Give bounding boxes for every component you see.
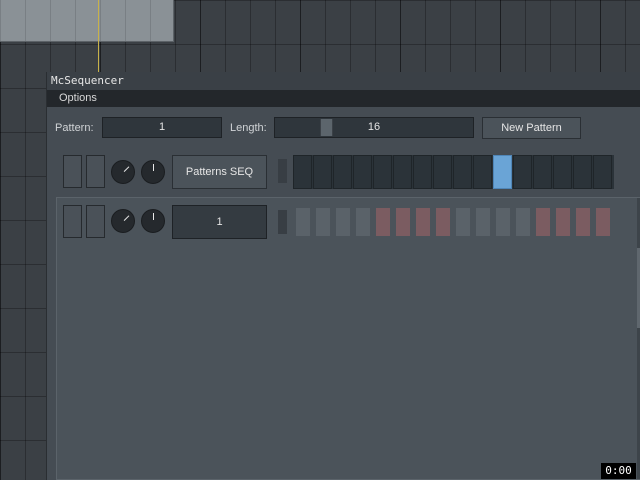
- pattern-step[interactable]: [456, 208, 470, 236]
- sequence-step[interactable]: [373, 155, 392, 189]
- pattern-steps: [296, 208, 616, 236]
- menu-bar: Options: [47, 90, 640, 107]
- timer-display: 0:00: [601, 463, 636, 479]
- pattern-field[interactable]: 1: [102, 117, 222, 138]
- pan-knob[interactable]: [141, 160, 165, 184]
- sequence-step[interactable]: [293, 155, 312, 189]
- mute-toggle[interactable]: [63, 205, 82, 238]
- track-handle[interactable]: [278, 210, 287, 234]
- pattern-step[interactable]: [336, 208, 350, 236]
- sequence-step[interactable]: [513, 155, 532, 189]
- pattern-label: Pattern:: [55, 122, 94, 134]
- sequence-step[interactable]: [473, 155, 492, 189]
- sequence-step[interactable]: [393, 155, 412, 189]
- volume-knob[interactable]: [111, 209, 135, 233]
- track-handle[interactable]: [278, 159, 287, 183]
- sequence-step[interactable]: [593, 155, 612, 189]
- pattern-step[interactable]: [536, 208, 550, 236]
- pattern-step[interactable]: [416, 208, 430, 236]
- sequence-step[interactable]: [413, 155, 432, 189]
- pattern-step[interactable]: [596, 208, 610, 236]
- solo-toggle[interactable]: [86, 155, 105, 188]
- pattern-step[interactable]: [316, 208, 330, 236]
- track-row-patterns-seq: Patterns SEQ: [47, 154, 640, 190]
- playlist-clip[interactable]: [0, 0, 174, 42]
- sequence-step[interactable]: [573, 155, 592, 189]
- pattern-sequence-steps: [293, 155, 614, 189]
- pattern-step[interactable]: [296, 208, 310, 236]
- volume-knob[interactable]: [111, 160, 135, 184]
- pattern-step[interactable]: [396, 208, 410, 236]
- sequence-step[interactable]: [493, 155, 512, 189]
- pattern-step[interactable]: [496, 208, 510, 236]
- sequence-step[interactable]: [453, 155, 472, 189]
- track-row-1: 1: [47, 204, 640, 240]
- pattern-step[interactable]: [356, 208, 370, 236]
- sequence-step[interactable]: [353, 155, 372, 189]
- sequence-step[interactable]: [333, 155, 352, 189]
- solo-toggle[interactable]: [86, 205, 105, 238]
- menu-options[interactable]: Options: [47, 92, 97, 104]
- pan-knob[interactable]: [141, 209, 165, 233]
- length-slider-thumb[interactable]: [320, 119, 333, 136]
- sequence-step[interactable]: [533, 155, 552, 189]
- new-pattern-button[interactable]: New Pattern: [482, 117, 581, 139]
- sequence-step[interactable]: [313, 155, 332, 189]
- pattern-step[interactable]: [376, 208, 390, 236]
- mcsequencer-window: McSequencer Options Pattern: 1 Length: 1…: [46, 72, 640, 480]
- pattern-step[interactable]: [556, 208, 570, 236]
- length-value: 16: [367, 121, 381, 133]
- pattern-step[interactable]: [516, 208, 530, 236]
- pattern-step[interactable]: [436, 208, 450, 236]
- window-title[interactable]: McSequencer: [47, 72, 640, 90]
- sequence-step[interactable]: [433, 155, 452, 189]
- pattern-step[interactable]: [576, 208, 590, 236]
- pattern-step[interactable]: [476, 208, 490, 236]
- length-slider[interactable]: 16: [274, 117, 474, 138]
- track-name-button[interactable]: Patterns SEQ: [172, 155, 267, 189]
- sequence-step[interactable]: [553, 155, 572, 189]
- length-label: Length:: [230, 122, 267, 134]
- mute-toggle[interactable]: [63, 155, 82, 188]
- track-name-field[interactable]: 1: [172, 205, 267, 239]
